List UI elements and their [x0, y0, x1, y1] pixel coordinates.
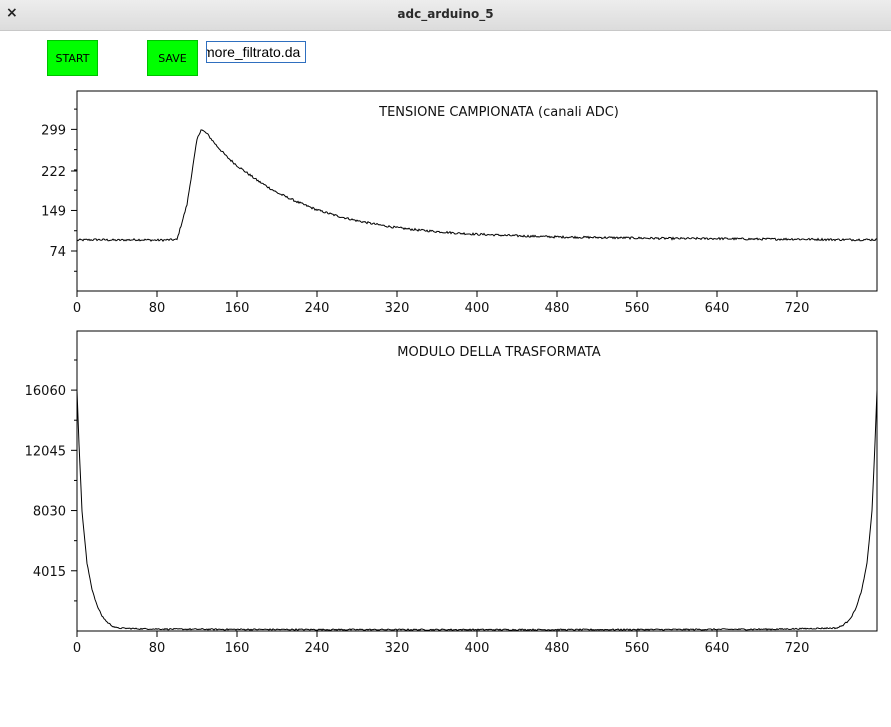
- x-tick-label: 160: [225, 301, 250, 316]
- x-tick-label: 480: [545, 301, 570, 316]
- chart-title: MODULO DELLA TRASFORMATA: [397, 345, 601, 360]
- x-tick-label: 320: [385, 301, 410, 316]
- x-tick-label: 0: [73, 641, 81, 656]
- plot-frame: [76, 90, 878, 292]
- x-tick-label: 400: [465, 301, 490, 316]
- x-tick-label: 560: [625, 301, 650, 316]
- chart-title: TENSIONE CAMPIONATA (canali ADC): [378, 105, 619, 120]
- y-tick-label: 12045: [25, 444, 66, 459]
- y-tick-label: 16060: [25, 384, 66, 399]
- x-tick-label: 320: [385, 641, 410, 656]
- y-tick-label: 4015: [33, 565, 66, 580]
- x-tick-label: 0: [73, 301, 81, 316]
- x-tick-label: 80: [149, 641, 166, 656]
- x-tick-label: 80: [149, 301, 166, 316]
- x-tick-label: 160: [225, 641, 250, 656]
- series-line-1: [76, 129, 878, 242]
- x-tick-label: 480: [545, 641, 570, 656]
- x-tick-label: 640: [705, 301, 730, 316]
- plot-frame: [76, 330, 878, 632]
- plots-area: TENSIONE CAMPIONATA (canali ADC) 0 80 160 24…: [25, 90, 878, 656]
- x-tick-label: 400: [465, 641, 490, 656]
- y-tick-label: 222: [41, 165, 66, 180]
- x-tick-label: 720: [785, 641, 810, 656]
- y-tick-label: 74: [49, 245, 66, 260]
- y-tick-label: 149: [41, 204, 66, 219]
- y-tick-label: 8030: [33, 505, 66, 520]
- chart-panel-2: MODULO DELLA TRASFORMATA 0 80 160 240 320 400 4…: [25, 330, 878, 656]
- x-tick-label: 720: [785, 301, 810, 316]
- chart-panel-1: TENSIONE CAMPIONATA (canali ADC) 0 80 160 24…: [41, 90, 878, 316]
- x-tick-label: 640: [705, 641, 730, 656]
- series-line-1: [76, 390, 878, 632]
- y-tick-label: 299: [41, 123, 66, 138]
- x-tick-label: 240: [305, 301, 330, 316]
- x-tick-label: 240: [305, 641, 330, 656]
- x-tick-label: 560: [625, 641, 650, 656]
